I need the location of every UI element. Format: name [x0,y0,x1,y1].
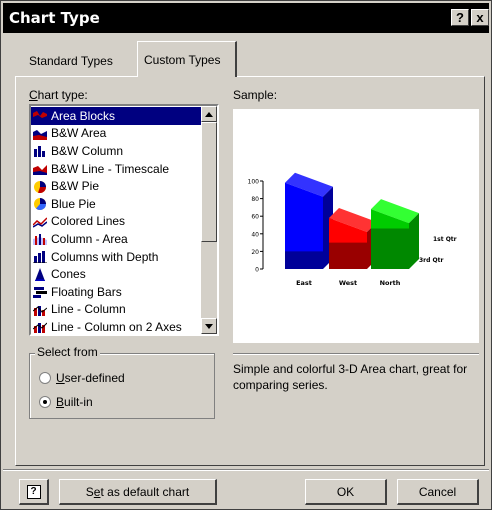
help-button[interactable]: ? [19,479,49,505]
bw-area-icon [33,129,47,140]
sample-label: Sample: [233,88,278,102]
description-separator [233,353,479,355]
floating-bars-icon [33,287,47,299]
list-item-chart-type[interactable]: B&W Area [31,125,203,143]
list-item-label: B&W Column [51,143,124,158]
chart-type-listbox[interactable]: Area Blocks B&W Area B&W Column B&W Line - … [29,104,219,336]
radio-button-built-in[interactable] [39,396,51,408]
list-item-label: B&W Area [51,126,107,141]
column-area-icon [33,234,47,246]
list-item-chart-type[interactable]: B&W Column [31,142,203,160]
scroll-thumb[interactable] [201,122,217,242]
area-block-lower [371,228,409,269]
list-item-chart-type[interactable]: Columns with Depth [31,248,203,266]
columns-depth-icon [33,251,47,264]
area-block-lower [329,242,367,269]
set-default-chart-button[interactable]: Set as default chart [59,479,217,505]
blue-pie-icon [34,198,47,211]
tab-standard-types[interactable]: Standard Types [23,45,119,77]
y-tick-label: 40 [251,231,259,238]
help-icon: ? [26,484,41,499]
radio-user-defined-label: User-defined [56,371,125,385]
select-from-title: Select from [35,345,100,359]
list-item-chart-type[interactable]: Line - Column [31,301,203,319]
list-item-label: Colored Lines [51,214,126,229]
y-tick-label: 60 [251,214,259,221]
tab-custom-types[interactable]: Custom Types [137,41,237,77]
list-item-chart-type[interactable]: Cones [31,265,203,283]
list-item-label: Cones [51,267,86,282]
sample-preview: 100 80 60 40 20 0 East West North 1st Qtr 3rd Qtr [233,109,479,343]
tab-custom-types-label: Custom Types [144,52,221,67]
y-tick-label: 20 [251,249,259,256]
radio-built-in-label: Built-in [56,395,93,409]
help-title-button[interactable]: ? [451,9,469,26]
y-tick-label: 80 [251,196,259,203]
area-block-lower [285,251,323,269]
list-item-label: Columns with Depth [51,249,159,264]
list-item-chart-type[interactable]: Blue Pie [31,195,203,213]
y-tick-label: 100 [248,179,260,186]
cones-icon [35,267,45,281]
area-blocks-icon [33,111,47,123]
line-column-2axes-icon [33,323,47,334]
ok-button[interactable]: OK [305,479,387,505]
series-label: 3rd Qtr [419,257,443,264]
list-item-label: B&W Line - Timescale [51,161,170,176]
bottom-separator [3,469,489,471]
list-scrollbar[interactable] [201,106,217,334]
radio-built-in[interactable]: Built-in [39,395,93,409]
scroll-down-button[interactable] [201,318,217,334]
y-tick-label: 0 [255,267,259,274]
arrow-down-icon [205,323,213,329]
x-category-label: West [339,279,357,287]
x-category-label: North [380,279,401,287]
chart-type-dialog: Chart Type ? x Standard Types Custom Typ… [0,0,492,510]
list-item-label: Floating Bars [51,284,122,299]
bw-line-timescale-icon [33,165,47,176]
scroll-up-button[interactable] [201,106,217,122]
select-from-group [29,353,215,419]
set-default-chart-label: Set as default chart [85,484,190,499]
list-item-chart-type[interactable]: Floating Bars [31,283,203,301]
tab-standard-types-label: Standard Types [29,54,113,68]
line-column-icon [33,305,47,316]
series-label: 1st Qtr [433,236,457,243]
list-item-chart-type[interactable]: Column - Area [31,230,203,248]
close-button[interactable]: x [471,9,489,26]
list-item-chart-type[interactable]: Line - Column on 2 Axes [31,318,203,334]
arrow-up-icon [205,111,213,117]
window-title: Chart Type [9,9,100,27]
list-item-chart-type[interactable]: Area Blocks [31,107,203,125]
list-item-chart-type[interactable]: Colored Lines [31,213,203,231]
list-item-label: B&W Pie [51,179,100,194]
list-item-label: Blue Pie [51,196,96,211]
list-item-label: Line - Column [51,302,126,317]
bw-column-icon [34,146,45,158]
list-item-chart-type[interactable]: B&W Line - Timescale [31,160,203,178]
chart-description: Simple and colorful 3-D Area chart, grea… [233,362,468,392]
colored-lines-icon [33,217,47,228]
chart-type-label: Chart type: [29,88,88,102]
bw-pie-icon [34,180,47,193]
list-item-label: Area Blocks [51,108,116,123]
list-item-label: Line - Column on 2 Axes [51,319,182,334]
title-bar[interactable]: Chart Type ? x [3,3,489,33]
radio-user-defined[interactable]: User-defined [39,371,125,385]
x-category-label: East [296,279,312,287]
radio-button-user-defined[interactable] [39,372,51,384]
sample-chart: 100 80 60 40 20 0 East West North 1st Qtr 3rd Qtr [248,172,457,287]
list-item-chart-type[interactable]: B&W Pie [31,177,203,195]
cancel-button[interactable]: Cancel [397,479,479,505]
list-item-label: Column - Area [51,231,128,246]
